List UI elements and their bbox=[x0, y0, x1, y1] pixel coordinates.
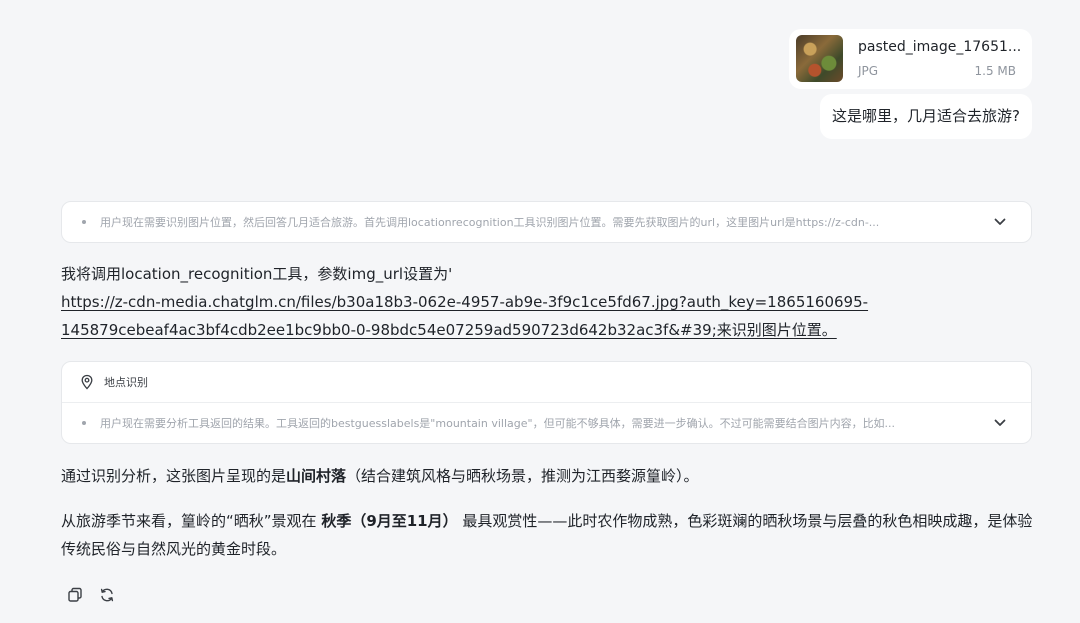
attachment-name: pasted_image_17651... bbox=[858, 39, 1022, 55]
answer-1-pre: 通过识别分析，这张图片呈现的是 bbox=[61, 467, 287, 485]
copy-icon[interactable] bbox=[66, 586, 84, 604]
regenerate-icon[interactable] bbox=[98, 586, 116, 604]
user-message: 这是哪里，几月适合去旅游? bbox=[820, 94, 1032, 139]
attachment-thumbnail bbox=[796, 35, 843, 82]
answer-2-bold: 秋季（9月至11月） bbox=[321, 512, 458, 530]
image-url-link-line2[interactable]: 145879cebeaf4ac3bf4cdb2ee1bc9bb0-0-98bdc… bbox=[61, 316, 1036, 344]
chevron-down-icon[interactable] bbox=[989, 412, 1011, 434]
chevron-down-icon[interactable] bbox=[989, 211, 1011, 233]
answer-1-post: （结合建筑风格与晒秋场景，推测为江西婺源篁岭）。 bbox=[346, 467, 699, 485]
answer-paragraph-2: 从旅游季节来看，篁岭的“晒秋”景观在 秋季（9月至11月） 最具观赏性——此时农… bbox=[61, 507, 1036, 563]
assistant-tool-call-text: 我将调用location_recognition工具，参数img_url设置为'… bbox=[61, 260, 1036, 344]
answer-2-pre: 从旅游季节来看，篁岭的“晒秋”景观在 bbox=[61, 512, 322, 530]
attachment-card[interactable]: pasted_image_17651... JPG 1.5 MB bbox=[789, 29, 1032, 89]
tool-title: 地点识别 bbox=[104, 376, 148, 389]
location-pin-icon bbox=[81, 374, 93, 390]
bullet-icon bbox=[82, 421, 86, 425]
tool-header: 地点识别 bbox=[62, 362, 1031, 403]
answer-paragraph-1: 通过识别分析，这张图片呈现的是山间村落（结合建筑风格与晒秋场景，推测为江西婺源篁… bbox=[61, 462, 1036, 490]
thinking-row: 用户现在需要识别图片位置，然后回答几月适合旅游。首先调用locationreco… bbox=[62, 202, 1031, 242]
tool-thinking-text: 用户现在需要分析工具返回的结果。工具返回的bestguesslabels是"mo… bbox=[100, 417, 896, 430]
message-actions bbox=[66, 586, 116, 604]
tool-thinking-row: 用户现在需要分析工具返回的结果。工具返回的bestguesslabels是"mo… bbox=[62, 403, 1031, 443]
thinking-text: 用户现在需要识别图片位置，然后回答几月适合旅游。首先调用locationreco… bbox=[100, 216, 880, 229]
answer-1-bold: 山间村落 bbox=[286, 467, 347, 485]
thinking-panel[interactable]: 用户现在需要识别图片位置，然后回答几月适合旅游。首先调用locationreco… bbox=[61, 201, 1032, 243]
image-url-link-line1[interactable]: https://z-cdn-media.chatglm.cn/files/b30… bbox=[61, 288, 1036, 316]
attachment-type: JPG bbox=[858, 64, 879, 78]
attachment-size: 1.5 MB bbox=[974, 64, 1016, 78]
tool-call-intro: 我将调用location_recognition工具，参数img_url设置为' bbox=[61, 265, 453, 283]
tool-panel[interactable]: 地点识别 用户现在需要分析工具返回的结果。工具返回的bestguesslabel… bbox=[61, 361, 1032, 444]
bullet-icon bbox=[82, 220, 86, 224]
